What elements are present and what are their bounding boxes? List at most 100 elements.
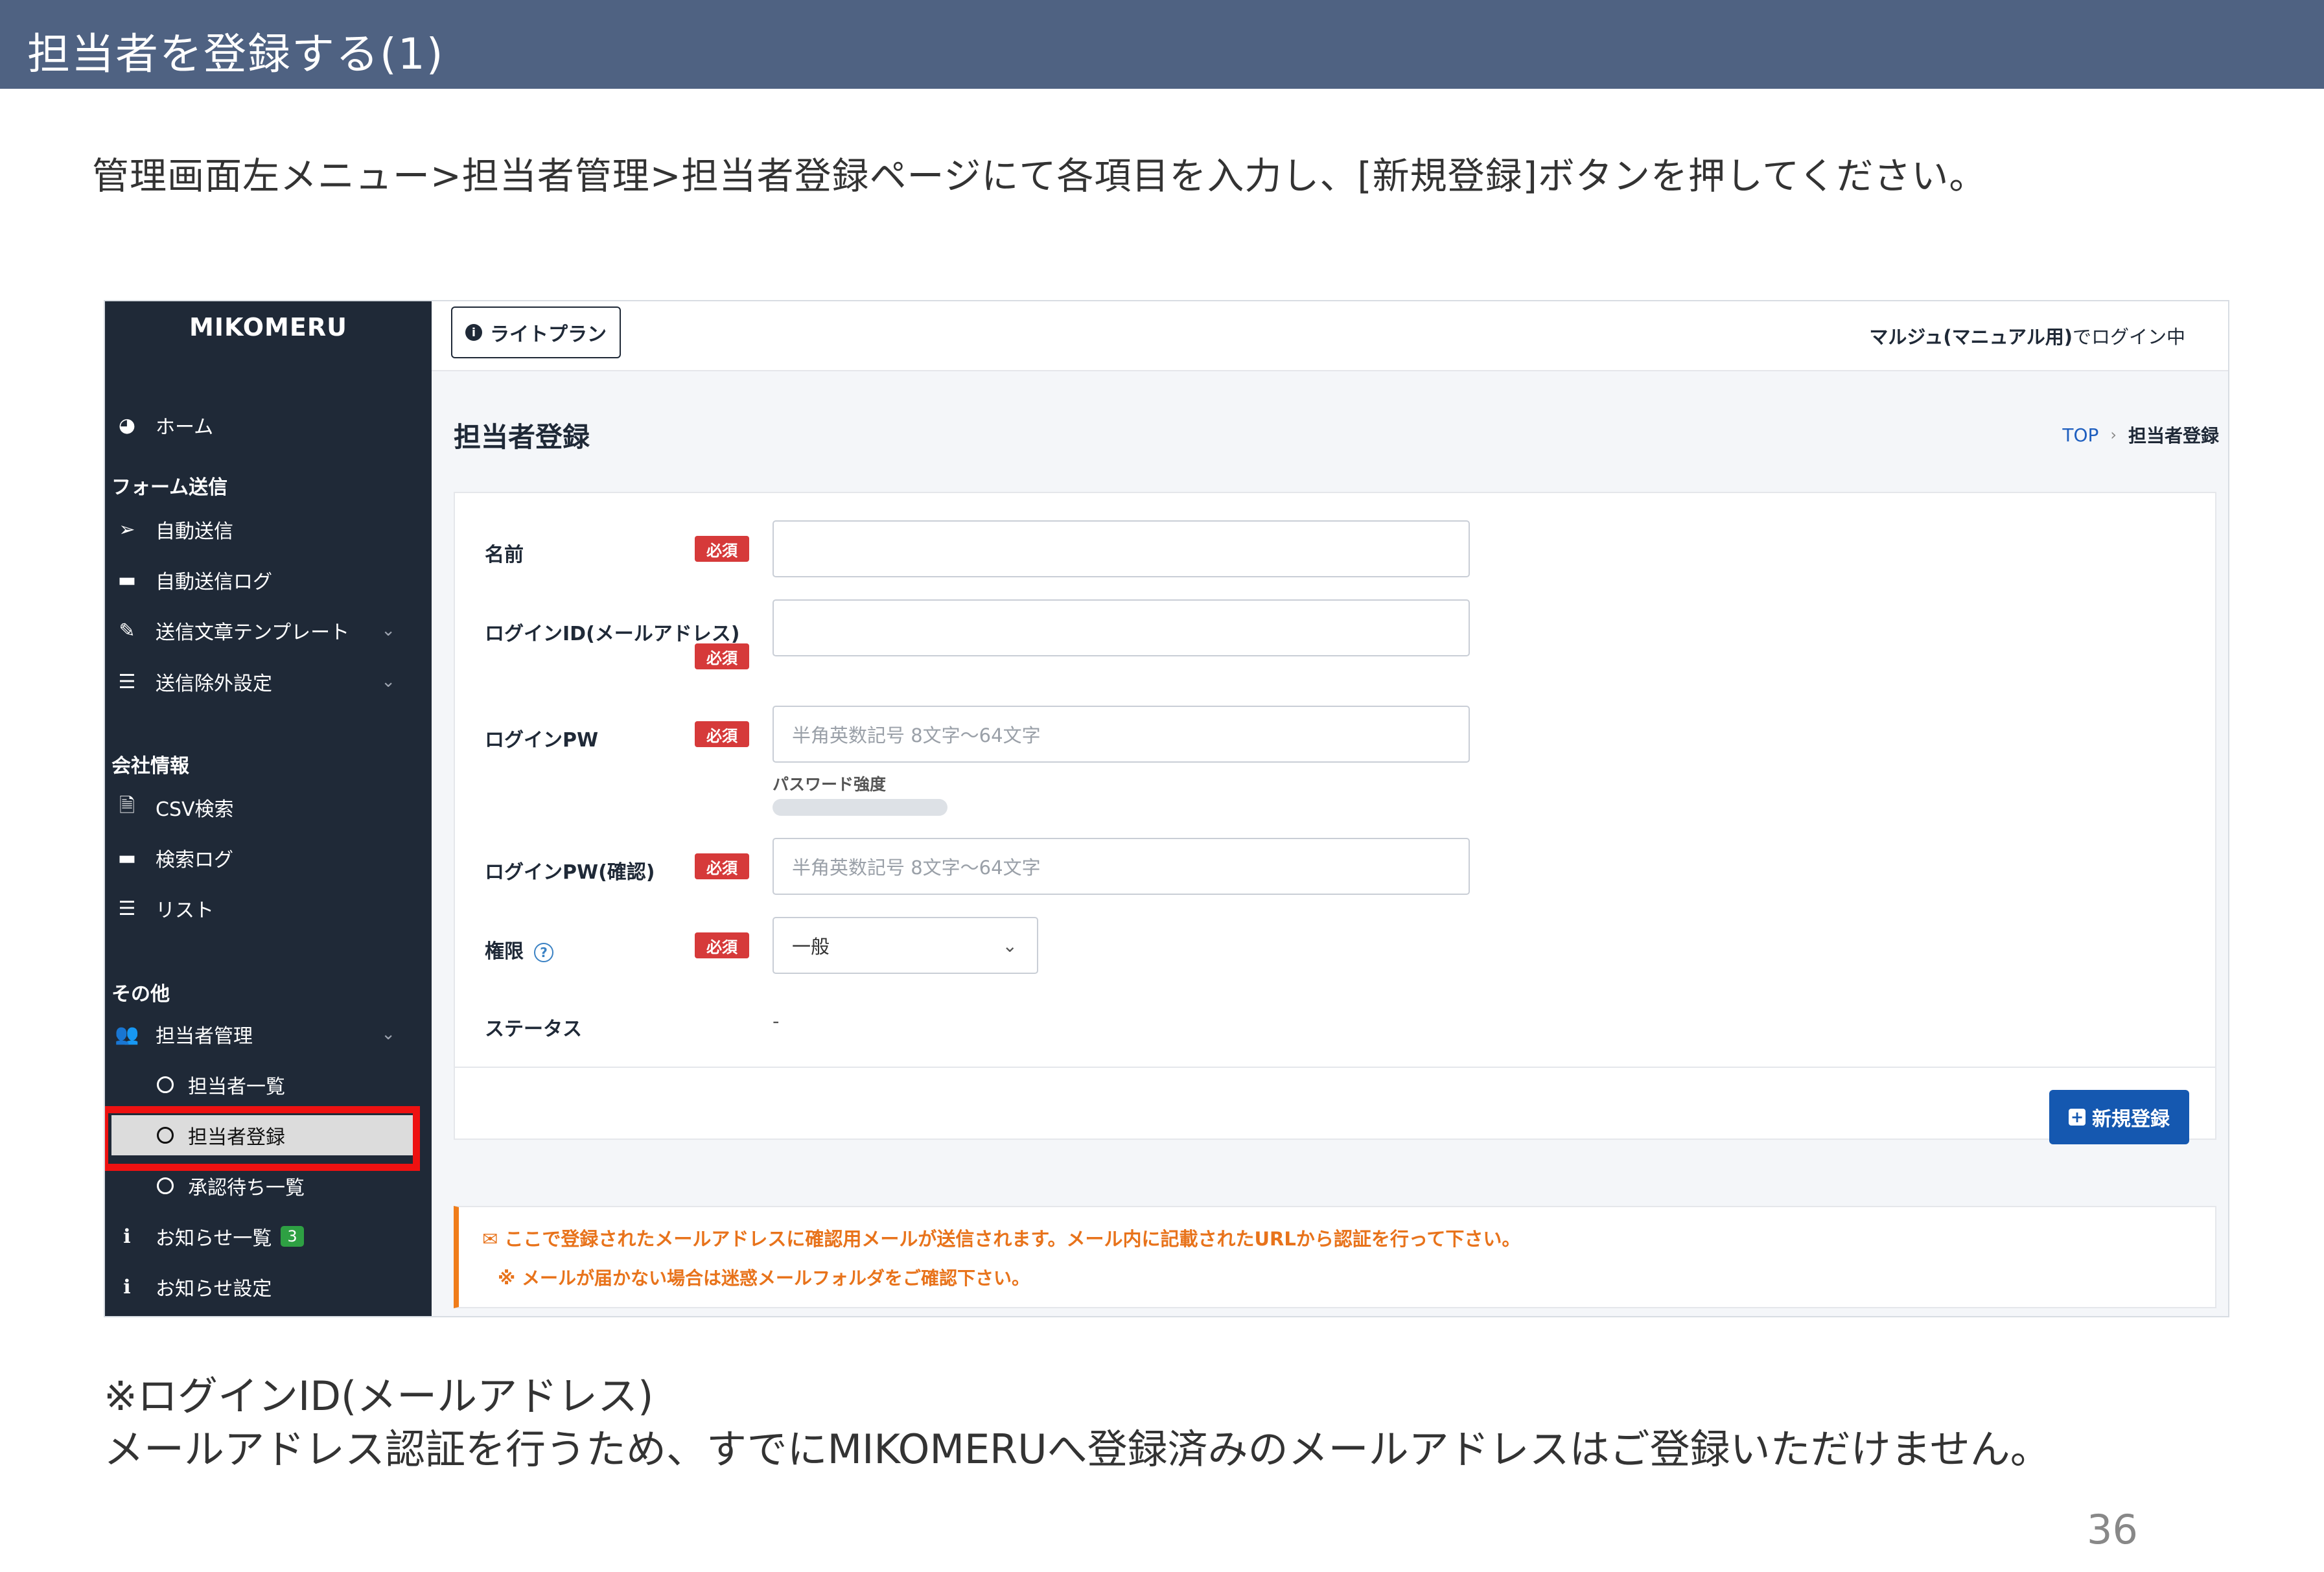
password-confirm-label: ログインPW(確認) — [485, 861, 655, 884]
sidebar-item-label: お知らせ一覧 — [156, 1227, 272, 1250]
breadcrumb-current: 担当者登録 — [2128, 425, 2219, 446]
user-name: マルジュ(マニュアル用) — [1869, 326, 2073, 348]
sidebar-item-label: ホーム — [156, 416, 214, 439]
plan-button[interactable]: i ライトプラン — [451, 306, 621, 358]
info-icon: i — [465, 324, 482, 341]
sidebar-item-label: 承認待ち一覧 — [188, 1177, 305, 1199]
sidebar-section-company: 会社情報 — [111, 755, 189, 778]
dashboard-icon: ◕ — [118, 413, 136, 437]
sidebar-subitem-staff-list[interactable]: 担当者一覧 — [105, 1065, 432, 1105]
notice-line-2: ※ メールが届かない場合は迷惑メールフォルダをご確認下さい。 — [498, 1267, 1030, 1289]
notice-text-1: ここで登録されたメールアドレスに確認用メールが送信されます。メール内に記載された… — [504, 1228, 1521, 1250]
login-suffix: でログイン中 — [2072, 326, 2185, 348]
circle-icon — [157, 1177, 174, 1194]
sidebar-item-exclusion[interactable]: ☰ 送信除外設定 ⌄ — [105, 662, 432, 702]
footnote-title: ※ログインID(メールアドレス) — [104, 1372, 654, 1420]
sidebar-item-label: 担当者一覧 — [188, 1076, 285, 1098]
required-badge: 必須 — [695, 643, 749, 669]
sidebar-item-csv-search[interactable]: 🗎 CSV検索 — [105, 787, 432, 827]
sidebar-item-label: 自動送信ログ — [156, 571, 272, 594]
sidebar-item-label: お知らせ設定 — [156, 1278, 272, 1300]
slide-instruction: 管理画面左メニュー>担当者管理>担当者登録ページにて各項目を入力し、[新規登録]… — [92, 155, 1987, 198]
notices-count-badge: 3 — [281, 1226, 304, 1247]
sidebar-item-auto-send[interactable]: ➢ 自動送信 — [105, 509, 432, 549]
breadcrumb: TOP › 担当者登録 — [2062, 422, 2219, 448]
sidebar-item-label: CSV検索 — [156, 798, 234, 821]
list-icon: ☰ — [118, 897, 136, 920]
info-icon: ℹ — [123, 1275, 131, 1299]
app-screenshot: MIKOMERU ◕ ホーム フォーム送信 ➢ 自動送信 ▬ 自動送信ログ ✎ … — [104, 300, 2229, 1317]
registration-form-card: 名前 必須 ログインID(メールアドレス) 必須 ログインPW 必須 半角英数記… — [454, 492, 2216, 1144]
highlight-box — [105, 1106, 420, 1171]
sidebar-item-auto-send-log[interactable]: ▬ 自動送信ログ — [105, 560, 432, 600]
sidebar-item-label: 担当者管理 — [156, 1025, 253, 1048]
role-select[interactable]: 一般 ⌄ — [773, 917, 1038, 974]
breadcrumb-top-link[interactable]: TOP — [2062, 424, 2098, 446]
help-icon[interactable]: ? — [534, 942, 553, 962]
sidebar-item-home[interactable]: ◕ ホーム — [105, 405, 432, 445]
page-number: 36 — [2087, 1506, 2138, 1553]
info-icon: ℹ — [123, 1225, 131, 1248]
chevron-down-icon: ⌄ — [381, 1024, 395, 1044]
sidebar-item-template[interactable]: ✎ 送信文章テンプレート ⌄ — [105, 610, 432, 651]
chevron-down-icon: ⌄ — [381, 672, 395, 691]
password-label: ログインPW — [485, 729, 599, 752]
csv-file-icon: 🗎 — [119, 794, 135, 817]
sidebar-item-staff-management[interactable]: 👥 担当者管理 ⌄ — [105, 1014, 432, 1054]
paper-plane-icon: ➢ — [119, 518, 135, 541]
password-confirm-field[interactable]: 半角英数記号 8文字～64文字 — [773, 838, 1470, 895]
footnote-body: メールアドレス認証を行うため、すでにMIKOMERUへ登録済みのメールアドレスは… — [104, 1426, 2051, 1473]
slide-header: 担当者を登録する(1) — [0, 0, 2324, 89]
archive-icon: ▬ — [117, 568, 137, 592]
required-badge: 必須 — [695, 721, 749, 747]
sidebar-item-label: 送信除外設定 — [156, 673, 272, 695]
chevron-right-icon: › — [2110, 426, 2117, 444]
archive-icon: ▬ — [117, 846, 137, 870]
status-label: ステータス — [485, 1018, 582, 1041]
required-badge: 必須 — [695, 536, 749, 562]
sidebar-subitem-pending-approval[interactable]: 承認待ち一覧 — [105, 1166, 432, 1206]
sidebar-item-label: 送信文章テンプレート — [156, 621, 350, 644]
list-icon: ☰ — [118, 670, 136, 693]
sidebar-item-list[interactable]: ☰ リスト — [105, 888, 432, 929]
login-id-label: ログインID(メールアドレス) — [485, 623, 740, 645]
users-icon: 👥 — [115, 1023, 139, 1046]
sidebar-item-label: 検索ログ — [156, 849, 233, 872]
pen-icon: ✎ — [119, 619, 135, 642]
sidebar-section-form: フォーム送信 — [111, 476, 228, 499]
password-strength-label: パスワード強度 — [773, 775, 887, 794]
required-badge: 必須 — [695, 853, 749, 879]
slide-title: 担当者を登録する(1) — [27, 29, 445, 79]
form-footer: + 新規登録 — [455, 1067, 2215, 1144]
plus-square-icon: + — [2069, 1108, 2086, 1126]
plan-label: ライトプラン — [490, 323, 607, 346]
page-title: 担当者登録 — [454, 421, 590, 453]
email-verification-notice: ✉ ここで登録されたメールアドレスに確認用メールが送信されます。メール内に記載さ… — [454, 1206, 2216, 1308]
envelope-icon: ✉ — [482, 1228, 505, 1250]
brand-logo[interactable]: MIKOMERU — [105, 313, 432, 341]
password-field[interactable]: 半角英数記号 8文字～64文字 — [773, 706, 1470, 763]
sidebar-section-other: その他 — [111, 983, 170, 1006]
sidebar-item-label: 自動送信 — [156, 520, 233, 543]
sidebar-item-notice-settings[interactable]: ℹ お知らせ設定 — [105, 1267, 432, 1307]
role-label: 権限? — [485, 935, 553, 964]
name-field[interactable] — [773, 520, 1470, 577]
login-status: マルジュ(マニュアル用)でログイン中 — [1869, 322, 2185, 349]
login-id-field[interactable] — [773, 599, 1470, 656]
required-badge: 必須 — [695, 932, 749, 958]
role-label-text: 権限 — [485, 940, 524, 963]
status-value: - — [773, 1010, 780, 1032]
password-strength-bar — [773, 799, 947, 816]
register-button-label: 新規登録 — [2092, 1108, 2170, 1131]
sidebar-item-label: リスト — [156, 899, 214, 922]
notice-line-1: ✉ ここで登録されたメールアドレスに確認用メールが送信されます。メール内に記載さ… — [482, 1224, 1520, 1251]
chevron-down-icon: ⌄ — [381, 621, 395, 640]
role-selected-value: 一般 — [792, 936, 830, 958]
topbar: i ライトプラン マルジュ(マニュアル用)でログイン中 — [432, 301, 2228, 371]
chevron-down-icon: ⌄ — [1002, 934, 1017, 956]
sidebar-item-search-log[interactable]: ▬ 検索ログ — [105, 838, 432, 878]
circle-icon — [157, 1076, 174, 1093]
sidebar-item-notices[interactable]: ℹ お知らせ一覧 3 — [105, 1216, 432, 1256]
register-button[interactable]: + 新規登録 — [2049, 1090, 2189, 1144]
name-label: 名前 — [485, 544, 524, 566]
